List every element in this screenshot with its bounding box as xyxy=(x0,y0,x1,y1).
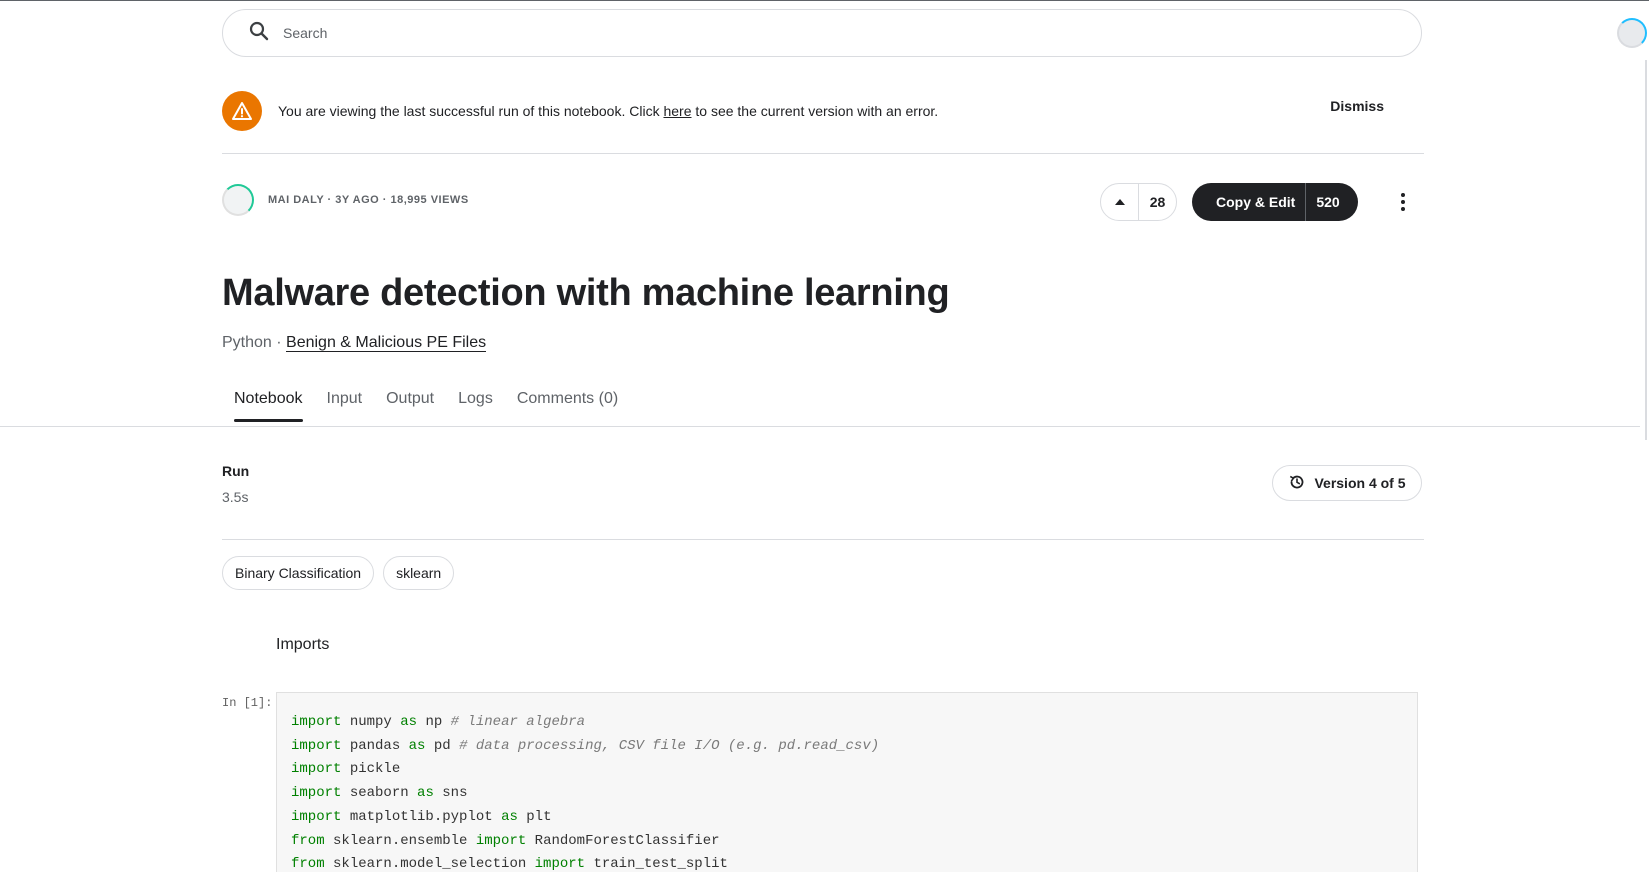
version-warning-banner: You are viewing the last successful run … xyxy=(222,88,1424,154)
copy-edit-button[interactable]: Copy & Edit 520 xyxy=(1192,183,1358,221)
code-text: sns xyxy=(433,785,468,802)
tab-output[interactable]: Output xyxy=(374,386,446,422)
code-keyword: from xyxy=(291,856,325,872)
tabs-divider xyxy=(0,426,1640,427)
code-text: matplotlib.pyplot xyxy=(341,808,502,825)
section-divider xyxy=(222,539,1424,540)
meta-age: 3Y AGO xyxy=(335,194,380,206)
subtitle-separator: · xyxy=(271,334,287,351)
notebook-subtitle: Python · Benign & Malicious PE Files xyxy=(222,334,487,352)
banner-here-link[interactable]: here xyxy=(663,103,691,119)
tab-input[interactable]: Input xyxy=(315,386,375,422)
search-input[interactable] xyxy=(283,25,1283,41)
code-text: sklearn.ensemble xyxy=(324,832,476,849)
code-text: RandomForestClassifier xyxy=(526,832,720,849)
search-icon xyxy=(247,19,271,48)
meta-text: MAI DALY · 3Y AGO · 18,995 VIEWS xyxy=(268,194,469,206)
banner-text-after: to see the current version with an error… xyxy=(691,102,939,119)
tag-binary-classification[interactable]: Binary Classification xyxy=(222,556,375,590)
code-line: import pickle xyxy=(291,758,1403,782)
code-text: pickle xyxy=(341,761,401,778)
notebook-title: Malware detection with machine learning xyxy=(222,272,950,314)
tag-list: Binary Classification sklearn xyxy=(222,556,455,590)
upvote-arrow-icon[interactable] xyxy=(1101,184,1139,220)
copy-edit-count: 520 xyxy=(1316,194,1340,210)
notebook-meta: MAI DALY · 3Y AGO · 18,995 VIEWS xyxy=(222,184,469,216)
tab-logs[interactable]: Logs xyxy=(446,386,505,422)
code-keyword: as xyxy=(501,808,518,825)
code-keyword: import xyxy=(291,737,342,754)
code-text: seaborn xyxy=(341,785,418,802)
dataset-link[interactable]: Benign & Malicious PE Files xyxy=(286,334,487,352)
code-keyword: import xyxy=(475,832,527,849)
code-text: numpy xyxy=(341,714,401,730)
code-text: train_test_split xyxy=(585,856,728,872)
author-name[interactable]: MAI DALY xyxy=(268,194,324,206)
code-keyword: import xyxy=(534,856,586,872)
upvote-button[interactable]: 28 xyxy=(1100,183,1177,221)
code-comment: # data processing, CSV file I/O (e.g. pd… xyxy=(459,737,880,754)
code-line: from sklearn.model_selection import trai… xyxy=(291,853,1403,872)
code-line: import numpy as np # linear algebra xyxy=(291,711,1403,735)
code-keyword: import xyxy=(291,785,342,802)
code-keyword: import xyxy=(291,714,342,730)
banner-text-before: You are viewing the last successful run … xyxy=(278,102,664,119)
version-label: Version 4 of 5 xyxy=(1314,475,1406,491)
code-text: pd xyxy=(425,737,460,754)
run-time: 3.5s xyxy=(222,489,249,505)
tab-comments[interactable]: Comments (0) xyxy=(505,386,630,422)
code-line: import matplotlib.pyplot as plt xyxy=(291,806,1403,830)
code-line: import seaborn as sns xyxy=(291,782,1403,806)
more-vertical-icon[interactable] xyxy=(1391,190,1415,214)
code-keyword: as xyxy=(408,737,426,754)
markdown-heading: Imports xyxy=(276,636,330,653)
code-text: sklearn.model_selection xyxy=(324,856,535,872)
upvote-count: 28 xyxy=(1149,194,1166,210)
meta-separator: · xyxy=(323,194,336,206)
copy-edit-label: Copy & Edit xyxy=(1192,183,1307,221)
code-keyword: as xyxy=(400,714,418,730)
version-button[interactable]: Version 4 of 5 xyxy=(1272,465,1422,501)
code-text: plt xyxy=(517,808,552,825)
tag-sklearn[interactable]: sklearn xyxy=(383,556,455,590)
history-icon xyxy=(1288,473,1314,494)
code-text: pandas xyxy=(341,737,409,754)
code-keyword: import xyxy=(291,761,342,778)
code-line: from sklearn.ensemble import RandomFores… xyxy=(291,830,1403,854)
code-cell[interactable]: import numpy as np # linear algebra impor… xyxy=(276,692,1418,872)
notebook-language: Python xyxy=(222,334,272,351)
meta-views: 18,995 VIEWS xyxy=(390,194,469,206)
warning-icon xyxy=(222,90,262,131)
tab-notebook[interactable]: Notebook xyxy=(222,386,315,422)
code-keyword: import xyxy=(291,808,342,825)
search-bar[interactable] xyxy=(222,9,1422,57)
notebook-tabs: Notebook Input Output Logs Comments (0) xyxy=(222,386,630,422)
code-line: import pandas as pd # data processing, C… xyxy=(291,735,1403,759)
dismiss-button[interactable]: Dismiss xyxy=(1330,98,1384,114)
code-text: np xyxy=(417,714,451,730)
cell-prompt: In [1]: xyxy=(222,696,273,710)
code-comment: # linear algebra xyxy=(450,714,586,730)
meta-separator: · xyxy=(379,194,391,206)
banner-message: You are viewing the last successful run … xyxy=(278,103,938,119)
user-avatar[interactable] xyxy=(1617,18,1647,48)
code-keyword: from xyxy=(291,832,325,849)
code-keyword: as xyxy=(417,785,434,802)
scrollbar[interactable] xyxy=(1645,60,1647,440)
run-label: Run xyxy=(222,463,250,479)
author-avatar[interactable] xyxy=(222,184,254,216)
top-border xyxy=(0,0,1649,1)
